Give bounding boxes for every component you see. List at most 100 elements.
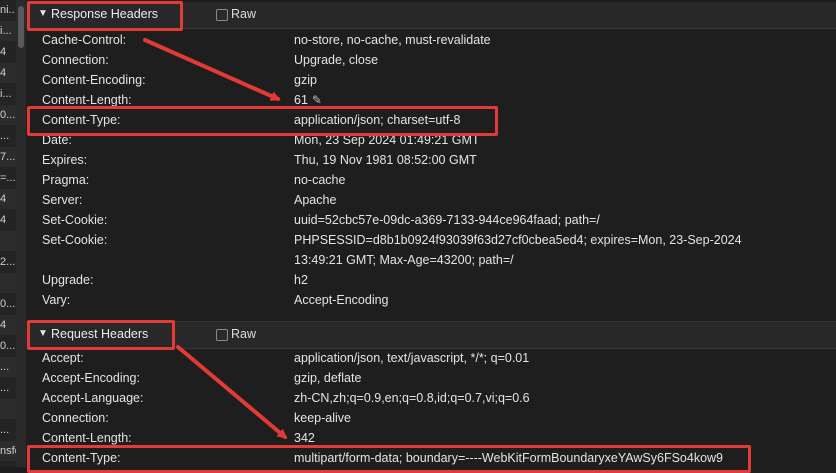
header-value-text: Apache <box>294 193 337 207</box>
header-value[interactable]: h2 <box>294 270 308 290</box>
request-list-item[interactable]: =... <box>0 168 16 188</box>
request-list-strip: ni.. i... 4 4 i... 0...... 7... =... 4 4 2... 0... 4… <box>0 0 16 467</box>
header-row: Content-Length: 342 <box>26 428 836 448</box>
header-value[interactable]: Mon, 23 Sep 2024 01:49:21 GMT <box>294 130 480 150</box>
request-list-item[interactable]: nsferr <box>0 441 16 461</box>
header-value[interactable]: 342 <box>294 428 315 448</box>
header-row: Set-Cookie: PHPSESSID=d8b1b0924f93039f63d… <box>26 230 836 250</box>
header-row: Pragma: no-cache <box>26 170 836 190</box>
request-list-item[interactable]: ... <box>0 420 16 440</box>
header-name: Expires: <box>42 153 88 167</box>
request-list-item[interactable] <box>0 273 16 293</box>
headers-panel: ▼ Response Headers Raw Cache-Control: no-… <box>26 0 836 467</box>
header-value[interactable]: gzip, deflate <box>294 368 361 388</box>
request-list-item[interactable]: ... <box>0 126 16 146</box>
response-headers-title[interactable]: Response Headers <box>51 7 158 21</box>
header-value[interactable]: Apache <box>294 190 336 210</box>
header-name: Connection: <box>42 411 109 425</box>
header-name: Cache-Control: <box>42 33 127 47</box>
request-list-scrollbar[interactable] <box>16 0 26 467</box>
request-list-item[interactable]: 4 <box>0 189 16 209</box>
header-row: Content-Length: 61 ✎ <box>26 90 836 110</box>
header-value-text: no-cache <box>294 173 346 187</box>
scrollbar-thumb[interactable] <box>18 6 24 48</box>
header-name: Content-Type: <box>42 113 121 127</box>
header-name: Connection: <box>42 53 109 67</box>
request-list-item[interactable]: 4 <box>0 210 16 230</box>
header-value[interactable]: Upgrade, close <box>294 50 378 70</box>
header-value-text: Upgrade, close <box>294 53 379 67</box>
header-name: Date: <box>42 133 72 147</box>
raw-checkbox[interactable] <box>216 9 228 21</box>
request-list-item[interactable]: ... <box>0 378 16 398</box>
request-list-item[interactable]: 2... <box>0 252 16 272</box>
raw-label[interactable]: Raw <box>231 327 256 341</box>
header-value-text: PHPSESSID=d8b1b0924f93039f63d27cf0cbea5e… <box>294 233 742 247</box>
header-name: Pragma: <box>42 173 90 187</box>
header-value-text: 13:49:21 GMT; Max-Age=43200; path=/ <box>294 253 514 267</box>
request-list-item[interactable]: ... <box>0 357 16 377</box>
request-list-item[interactable]: 4 <box>0 63 16 83</box>
header-value[interactable]: application/json; charset=utf-8 <box>294 110 460 130</box>
header-value[interactable]: Thu, 19 Nov 1981 08:52:00 GMT <box>294 150 477 170</box>
header-name: Content-Length: <box>42 431 132 445</box>
header-value-text: no-store, no-cache, must-revalidate <box>294 33 491 47</box>
request-list-item[interactable]: 0... <box>0 294 16 314</box>
header-row: Accept-Language: zh-CN,zh;q=0.9,en;q=0.8,… <box>26 388 836 408</box>
disclosure-triangle-icon[interactable]: ▼ <box>38 328 48 339</box>
header-value[interactable]: keep-alive <box>294 408 351 428</box>
request-headers-section-header[interactable]: ▼ Request Headers Raw <box>26 321 836 349</box>
header-row: Date: Mon, 23 Sep 2024 01:49:21 GMT <box>26 130 836 150</box>
header-value[interactable]: gzip <box>294 70 317 90</box>
request-headers-title[interactable]: Request Headers <box>51 327 148 341</box>
request-list-item[interactable] <box>0 399 16 419</box>
header-name: Content-Length: <box>42 93 132 107</box>
request-list-item[interactable]: i... <box>0 21 16 41</box>
header-row: Set-Cookie: uuid=52cbc57e-09dc-a369-7133-… <box>26 210 836 230</box>
header-value-text: Mon, 23 Sep 2024 01:49:21 GMT <box>294 133 480 147</box>
header-name: Content-Encoding: <box>42 73 146 87</box>
header-name: Accept-Encoding: <box>42 371 140 385</box>
header-value[interactable]: Accept-Encoding <box>294 290 389 310</box>
header-value[interactable]: no-cache <box>294 170 345 190</box>
disclosure-triangle-icon[interactable]: ▼ <box>38 8 48 19</box>
header-value[interactable]: multipart/form-data; boundary=----WebKit… <box>294 448 723 468</box>
header-value-text: Accept-Encoding <box>294 293 389 307</box>
header-value[interactable]: PHPSESSID=d8b1b0924f93039f63d27cf0cbea5e… <box>294 230 742 250</box>
header-row: Content-Type: multipart/form-data; bounda… <box>26 448 836 468</box>
header-value-text: 342 <box>294 431 315 445</box>
header-value[interactable]: 13:49:21 GMT; Max-Age=43200; path=/ <box>294 250 514 270</box>
pencil-icon[interactable]: ✎ <box>312 90 322 110</box>
raw-checkbox[interactable] <box>216 329 228 341</box>
header-value[interactable]: zh-CN,zh;q=0.9,en;q=0.8,id;q=0.7,vi;q=0.… <box>294 388 530 408</box>
request-list-item[interactable]: ni.. <box>0 0 16 20</box>
header-value[interactable]: 61 ✎ <box>294 90 322 110</box>
response-headers-section-header[interactable]: ▼ Response Headers Raw <box>26 2 836 29</box>
header-row: Upgrade: h2 <box>26 270 836 290</box>
header-value[interactable]: uuid=52cbc57e-09dc-a369-7133-944ce964faa… <box>294 210 600 230</box>
header-value-text: uuid=52cbc57e-09dc-a369-7133-944ce964faa… <box>294 213 600 227</box>
header-row: Server: Apache <box>26 190 836 210</box>
header-value-text: application/json, text/javascript, */*; … <box>294 351 530 365</box>
header-value-text: keep-alive <box>294 411 351 425</box>
header-value[interactable]: no-store, no-cache, must-revalidate <box>294 30 491 50</box>
header-name: Set-Cookie: <box>42 213 108 227</box>
header-value[interactable]: application/json, text/javascript, */*; … <box>294 348 529 368</box>
request-list-item[interactable]: 7... <box>0 147 16 167</box>
request-list-item[interactable]: 0... <box>0 105 16 125</box>
header-name: Content-Type: <box>42 451 121 465</box>
request-list-item[interactable]: i... <box>0 84 16 104</box>
header-value-text: h2 <box>294 273 308 287</box>
request-list-item[interactable] <box>0 231 16 251</box>
request-list-item[interactable]: 4 <box>0 315 16 335</box>
header-row: Content-Type: application/json; charset=u… <box>26 110 836 130</box>
header-row: Connection: Upgrade, close <box>26 50 836 70</box>
header-name: Accept: <box>42 351 84 365</box>
header-value-text: zh-CN,zh;q=0.9,en;q=0.8,id;q=0.7,vi;q=0.… <box>294 391 530 405</box>
request-list-item[interactable]: 4 <box>0 42 16 62</box>
header-row: Accept: application/json, text/javascript… <box>26 348 836 368</box>
request-list-item[interactable]: 0... <box>0 336 16 356</box>
header-name: Server: <box>42 193 83 207</box>
header-row: Content-Encoding: gzip <box>26 70 836 90</box>
raw-label[interactable]: Raw <box>231 7 256 21</box>
